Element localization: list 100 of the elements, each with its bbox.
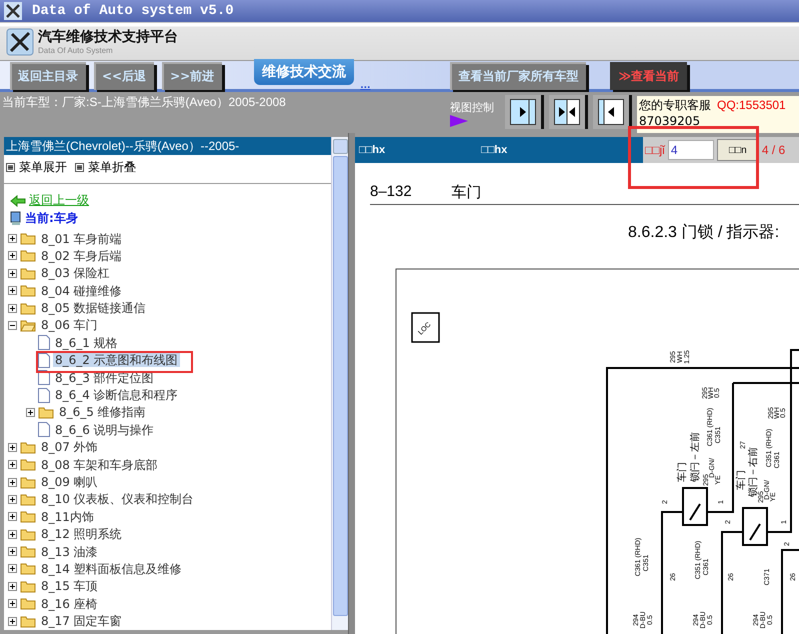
tree-item[interactable]: 8_6_4 诊断信息和程序 (53, 388, 180, 402)
folder-icon (20, 249, 36, 262)
folder-icon (20, 302, 36, 315)
arrows-inward-icon (554, 99, 580, 125)
folder-icon (20, 492, 36, 506)
page-count: 4 / 6 (762, 143, 786, 157)
expand-icon (8, 234, 17, 244)
tree-item[interactable]: 8_14 塑料面板信息及维修 (39, 562, 184, 576)
view-split-button[interactable] (549, 95, 585, 129)
tree-item[interactable]: 8_13 油漆 (39, 544, 100, 559)
computer-icon (10, 210, 22, 226)
document-icon (38, 352, 50, 368)
folder-icon (20, 545, 36, 558)
sidebar-title: 上海雪佛兰(Chevrolet)--乐骋(Aveo）--2005- (4, 137, 331, 155)
expand-icon (8, 494, 17, 504)
arrow-left-icon (598, 99, 624, 125)
diagram-label: 车门 (677, 462, 688, 482)
folder-icon (20, 528, 36, 541)
folder-icon (20, 597, 36, 610)
arrow-right-icon (510, 99, 536, 125)
expand-icon (8, 286, 17, 296)
folder-icon (20, 232, 36, 246)
folder-icon (20, 266, 36, 280)
folder-icon (20, 510, 36, 524)
service-info: 您的专职客服 QQ:1553501 87039205 (637, 96, 799, 133)
tree-item[interactable]: 8_17 固定车窗 (39, 614, 124, 628)
tree-item[interactable]: 8_03 保险杠 (39, 266, 112, 280)
expand-icon (8, 460, 17, 470)
list-icon (6, 162, 15, 172)
tree-item[interactable]: 8_11内饰 (39, 510, 96, 524)
tree-item[interactable]: 8_02 车身后端 (39, 248, 124, 263)
scrollbar-thumb[interactable] (332, 156, 348, 616)
tree-item[interactable]: 8_15 车顶 (39, 579, 100, 594)
expand-menu-button[interactable]: 菜单展开 (6, 158, 67, 176)
tree-item[interactable]: 8_12 照明系统 (39, 527, 124, 542)
tree-item[interactable]: 8_10 仪表板、仪表和控制台 (39, 492, 196, 506)
expand-icon (8, 304, 17, 313)
back-link[interactable]: 返回上一级 (29, 192, 89, 210)
expand-icon (26, 408, 35, 417)
expand-icon (8, 478, 17, 486)
folder-icon (20, 580, 36, 593)
expand-icon (8, 251, 17, 260)
toolbar-label: □□hx (359, 144, 386, 156)
triangle-icon (450, 115, 468, 127)
current-model-text: 当前车型：厂家:S-上海雪佛兰乐骋(Aveo）2005-2008 (1, 94, 287, 111)
expand-icon (8, 599, 17, 608)
tree-item[interactable]: 8_01 车身前端 (39, 232, 124, 246)
expand-icon (8, 530, 17, 539)
folder-icon (38, 406, 54, 419)
arrow-left-icon (10, 194, 26, 207)
document-icon (38, 335, 50, 350)
document-icon (38, 388, 50, 403)
app-title: 汽车维修技术支持平台 (38, 28, 178, 46)
folder-icon (20, 476, 36, 488)
expand-icon (8, 512, 17, 522)
tree-item[interactable]: 8_6_6 说明与操作 (53, 422, 156, 437)
page-number: 8–132 (370, 183, 412, 202)
tree-item[interactable]: 8_06 车门 (39, 318, 100, 332)
view-right-button[interactable] (505, 95, 541, 129)
diagram-label: 锁闩－右前 (748, 447, 759, 497)
expand-icon (8, 564, 17, 574)
tree-item[interactable]: 8_09 喇叭 (39, 475, 100, 489)
folder-icon (20, 440, 36, 454)
open-folder-icon (20, 318, 36, 332)
current-section: 当前:车身 (25, 210, 78, 227)
collapse-icon (8, 320, 17, 330)
expand-icon (8, 582, 17, 591)
folder-icon (20, 614, 36, 628)
more-link[interactable]: ... (360, 81, 370, 91)
document-icon (38, 422, 50, 438)
view-control-label: 视图控制 (450, 100, 495, 115)
tree-item[interactable]: 8_08 车架和车身底部 (39, 458, 160, 472)
tree-item[interactable]: 8_6_1 规格 (53, 336, 120, 350)
expand-icon (8, 616, 17, 626)
expand-icon (8, 547, 17, 556)
folder-icon (20, 458, 36, 472)
folder-icon (20, 562, 36, 576)
tree-item[interactable]: 8_04 碰撞维修 (39, 284, 124, 298)
window-title: Data of Auto system v5.0 (32, 3, 234, 19)
diagram-title: 8.6.2.3 门锁 / 指示器: (628, 222, 780, 243)
app-subtitle: Data Of Auto System (38, 46, 114, 55)
diagram-label: 锁闩－左前 (690, 432, 701, 482)
expand-icon (8, 268, 17, 278)
tree-item[interactable]: 8_6_2 示意图和布线图 (53, 353, 180, 368)
go-button[interactable]: □□n (716, 139, 759, 161)
loc-box (411, 312, 440, 343)
collapse-menu-button[interactable]: 菜单折叠 (75, 158, 136, 176)
nav-tab[interactable]: 维修技术交流 (254, 59, 354, 85)
page-input[interactable]: 4 (668, 140, 714, 160)
folder-icon (20, 284, 36, 298)
view-left-button[interactable] (593, 95, 629, 129)
tree-item[interactable]: 8_6_5 维修指南 (57, 405, 148, 420)
tree-item[interactable]: 8_05 数据链接通信 (39, 301, 148, 316)
section-title: 车门 (452, 183, 482, 202)
list-icon (75, 162, 84, 172)
tree-item[interactable]: 8_16 座椅 (39, 596, 100, 611)
expand-icon (8, 442, 17, 452)
toolbar-label: □□hx (481, 144, 508, 156)
diagram-label: 车门 (736, 470, 747, 490)
tree-item[interactable]: 8_07 外饰 (39, 440, 100, 454)
